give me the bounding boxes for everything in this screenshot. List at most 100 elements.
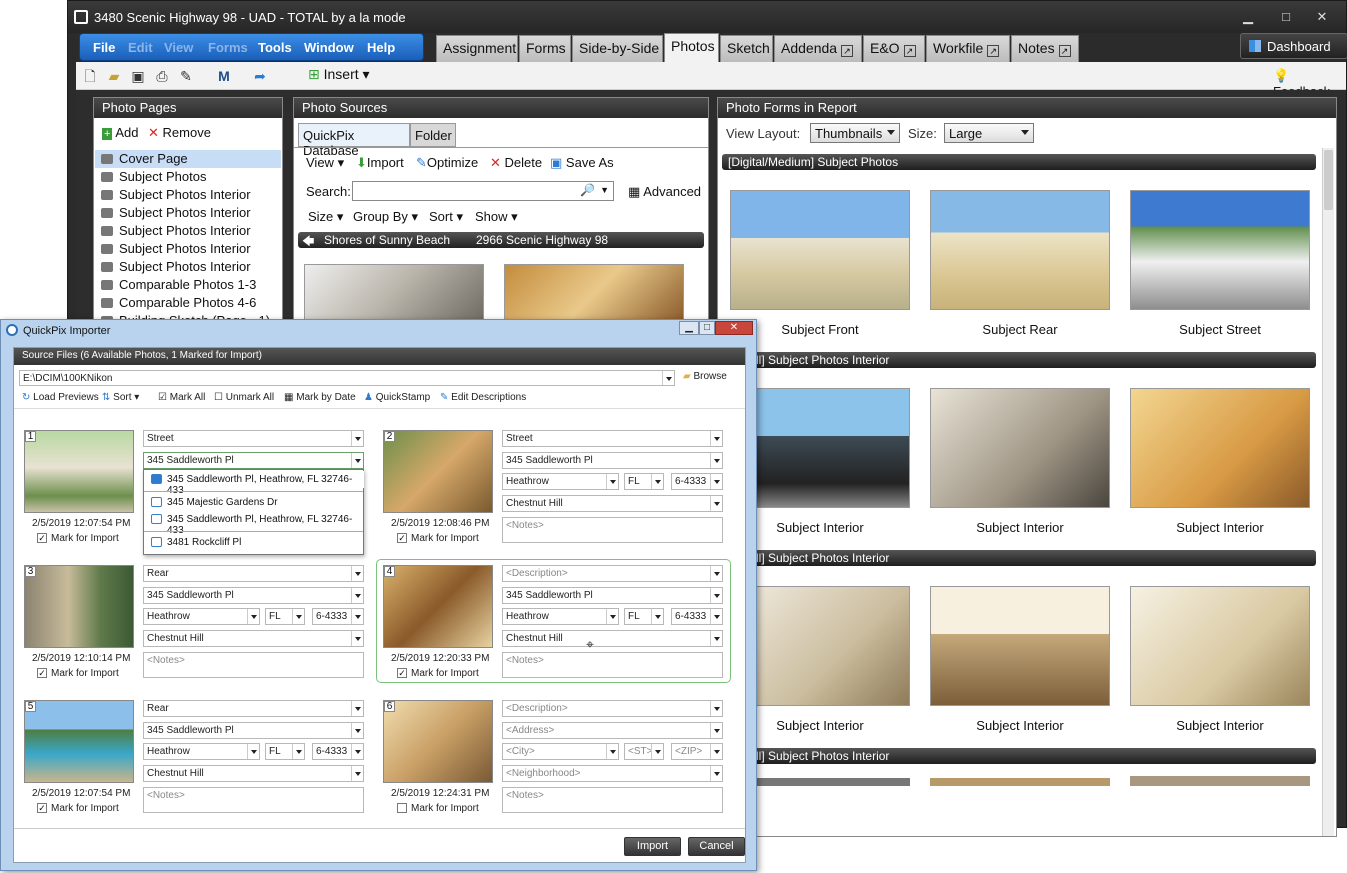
notes-field[interactable]: <Notes> xyxy=(502,787,723,813)
page-item[interactable]: Subject Photos xyxy=(95,168,281,186)
photo-thumbnail[interactable]: 2 xyxy=(383,430,493,513)
size-select[interactable]: Large xyxy=(944,123,1034,143)
state-select[interactable]: FL xyxy=(265,743,305,760)
page-item[interactable]: Subject Photos Interior xyxy=(95,258,281,276)
photo-thumbnail[interactable]: 3 xyxy=(24,565,134,648)
address-combo[interactable]: 345 Saddleworth Pl xyxy=(143,587,364,604)
dropdown-item[interactable]: 345 Saddleworth Pl, Heathrow, FL 32746-4… xyxy=(145,511,364,536)
neighborhood-select[interactable]: Chestnut Hill xyxy=(502,630,723,647)
description-select[interactable]: Street xyxy=(502,430,723,447)
dropdown-item[interactable]: 3481 Rockcliff Pl xyxy=(145,534,364,551)
source-photo[interactable] xyxy=(504,264,684,324)
photo-thumbnail[interactable]: 4 xyxy=(383,565,493,648)
city-select[interactable]: Heathrow xyxy=(502,473,619,490)
page-item[interactable]: Comparable Photos 1-3 xyxy=(95,276,281,294)
thumb-subject-interior[interactable] xyxy=(930,586,1110,706)
tab-sketch[interactable]: Sketch xyxy=(720,35,773,62)
tab-folder[interactable]: Folder xyxy=(410,123,456,147)
add-page-button[interactable]: + Add xyxy=(102,125,138,140)
unmark-all-button[interactable]: ☐ Unmark All xyxy=(214,392,274,403)
group-header[interactable]: 🡄 Shores of Sunny Beach 2966 Scenic High… xyxy=(298,232,704,248)
notes-field[interactable]: <Notes> xyxy=(502,517,723,543)
menu-forms[interactable]: Forms xyxy=(208,40,248,55)
mark-checkbox[interactable]: ✓ xyxy=(37,803,47,813)
close-icon[interactable]: ✕ xyxy=(1312,9,1332,25)
notes-field[interactable]: <Notes> xyxy=(143,652,364,678)
page-item[interactable]: Subject Photos Interior xyxy=(95,204,281,222)
load-previews-button[interactable]: ↻ Load Previews xyxy=(22,392,99,403)
import-button[interactable]: ⬇Import xyxy=(356,155,404,171)
description-select[interactable]: Rear xyxy=(143,700,364,717)
page-item[interactable]: Comparable Photos 4-6 xyxy=(95,294,281,312)
thumb-subject-street[interactable] xyxy=(1130,190,1310,310)
tab-workfile[interactable]: Workfile ↗ xyxy=(926,35,1010,62)
sort-dropdown[interactable]: Sort ▾ xyxy=(429,209,463,225)
page-item[interactable]: Subject Photos Interior xyxy=(95,240,281,258)
optimize-button[interactable]: ✎Optimize xyxy=(416,155,478,171)
advanced-button[interactable]: ▦ Advanced xyxy=(628,184,701,200)
delete-button[interactable]: ✕ Delete xyxy=(490,155,542,171)
state-select[interactable]: FL xyxy=(624,608,664,625)
tab-forms[interactable]: Forms xyxy=(519,35,571,62)
neighborhood-select[interactable]: Chestnut Hill xyxy=(143,765,364,782)
menu-tools[interactable]: Tools xyxy=(258,40,292,55)
close-icon[interactable]: ✕ xyxy=(715,321,753,335)
thumb-subject-interior[interactable] xyxy=(1130,586,1310,706)
city-select[interactable]: Heathrow xyxy=(143,608,260,625)
thumb-subject-interior[interactable] xyxy=(730,388,910,508)
thumb-subject-interior[interactable] xyxy=(1130,388,1310,508)
tab-quickpix-database[interactable]: QuickPix Database xyxy=(298,123,410,158)
show-dropdown[interactable]: Show ▾ xyxy=(475,209,518,225)
path-input[interactable]: E:\DCIM\100KNikon xyxy=(19,370,675,386)
zip-select[interactable]: 6-4333 xyxy=(312,743,364,760)
notes-field[interactable]: <Notes> xyxy=(502,652,723,678)
m-icon[interactable]: M xyxy=(216,68,232,84)
address-combo[interactable]: 345 Saddleworth Pl xyxy=(143,722,364,739)
address-combo[interactable]: 345 Saddleworth Pl xyxy=(502,587,723,604)
page-item[interactable]: Subject Photos Interior xyxy=(95,222,281,240)
photo-thumbnail[interactable]: 5 xyxy=(24,700,134,783)
menu-help[interactable]: Help xyxy=(367,40,395,55)
print-icon[interactable]: ⎙ xyxy=(154,68,170,84)
source-photo[interactable] xyxy=(304,264,484,324)
description-select[interactable]: <Description> xyxy=(502,565,723,582)
mark-checkbox[interactable] xyxy=(397,803,407,813)
city-select[interactable]: Heathrow xyxy=(143,743,260,760)
address-combo[interactable]: 345 Saddleworth Pl xyxy=(502,452,723,469)
page-item[interactable]: Subject Photos Interior xyxy=(95,186,281,204)
sort-button[interactable]: ⇅ Sort ▾ xyxy=(102,392,139,403)
import-button[interactable]: Import xyxy=(624,837,681,856)
tab-eo[interactable]: E&O ↗ xyxy=(863,35,925,62)
state-select[interactable]: <ST> xyxy=(624,743,664,760)
mark-checkbox[interactable]: ✓ xyxy=(397,533,407,543)
neighborhood-select[interactable]: Chestnut Hill xyxy=(502,495,723,512)
save-icon[interactable]: ▣ xyxy=(130,68,146,84)
description-select[interactable]: Street xyxy=(143,430,364,447)
notes-field[interactable]: <Notes> xyxy=(143,787,364,813)
page-item[interactable]: Cover Page xyxy=(95,150,281,168)
view-dropdown[interactable]: View ▾ xyxy=(306,155,344,171)
minimize-icon[interactable]: ▁ xyxy=(1238,9,1258,25)
dashboard-button[interactable]: Dashboard xyxy=(1240,33,1347,59)
cancel-button[interactable]: Cancel xyxy=(688,837,745,856)
zip-select[interactable]: 6-4333 xyxy=(671,473,723,490)
menu-view[interactable]: View xyxy=(164,40,193,55)
neighborhood-select[interactable]: Chestnut Hill xyxy=(143,630,364,647)
minimize-icon[interactable]: ▁ xyxy=(679,321,699,335)
thumb-subject-interior[interactable] xyxy=(930,388,1110,508)
tab-side-by-side[interactable]: Side-by-Side xyxy=(572,35,663,62)
neighborhood-select[interactable]: <Neighborhood> xyxy=(502,765,723,782)
quickstamp-button[interactable]: ♟ QuickStamp xyxy=(364,392,430,403)
mark-all-button[interactable]: ☑ Mark All xyxy=(158,392,205,403)
dropdown-item[interactable]: 345 Majestic Gardens Dr xyxy=(145,494,364,511)
city-select[interactable]: Heathrow xyxy=(502,608,619,625)
mark-by-date-button[interactable]: ▦ Mark by Date xyxy=(284,392,356,403)
dropdown-item[interactable]: 345 Saddleworth Pl, Heathrow, FL 32746-4… xyxy=(145,471,364,496)
state-select[interactable]: FL xyxy=(265,608,305,625)
maximize-icon[interactable]: □ xyxy=(1276,9,1296,25)
address-combo[interactable]: 345 Saddleworth Pl xyxy=(143,452,364,469)
mark-checkbox[interactable]: ✓ xyxy=(37,668,47,678)
photo-thumbnail[interactable]: 6 xyxy=(383,700,493,783)
size-dropdown[interactable]: Size ▾ xyxy=(308,209,343,225)
description-select[interactable]: <Description> xyxy=(502,700,723,717)
